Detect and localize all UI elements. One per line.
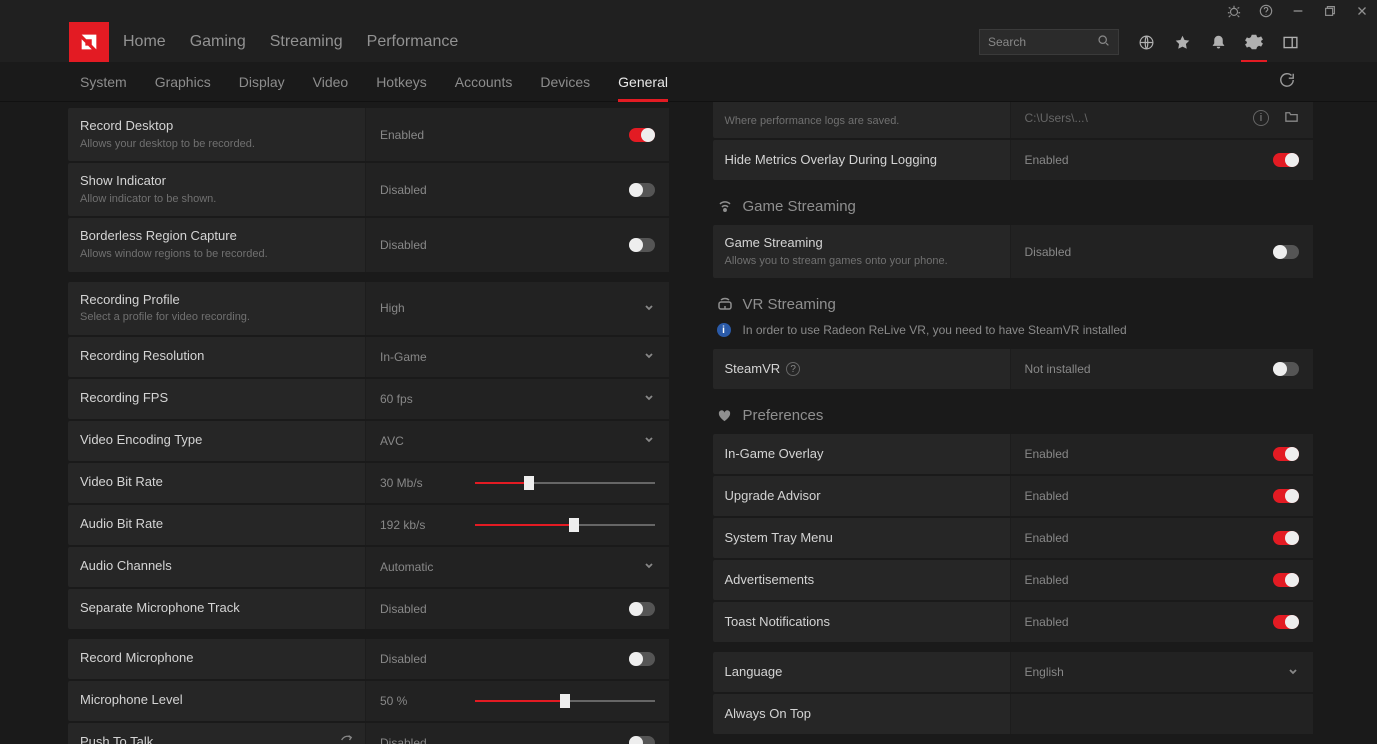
slider-video-bitrate[interactable] bbox=[475, 476, 655, 490]
chevron-down-icon bbox=[1287, 665, 1299, 680]
toggle-borderless[interactable] bbox=[629, 238, 655, 252]
heart-icon bbox=[717, 408, 733, 424]
tab-system[interactable]: System bbox=[80, 74, 127, 90]
chevron-down-icon bbox=[643, 349, 655, 364]
close-icon[interactable] bbox=[1355, 4, 1369, 18]
row-record-mic: Record Microphone Disabled bbox=[68, 639, 669, 679]
star-icon[interactable] bbox=[1173, 33, 1191, 51]
toggle-record-mic[interactable] bbox=[629, 652, 655, 666]
nav-streaming[interactable]: Streaming bbox=[270, 33, 343, 51]
toggle-tray[interactable] bbox=[1273, 531, 1299, 545]
chevron-down-icon bbox=[643, 559, 655, 574]
help-icon[interactable]: ? bbox=[786, 362, 800, 376]
folder-icon[interactable] bbox=[1284, 109, 1299, 127]
chevron-down-icon bbox=[643, 301, 655, 316]
row-perf-log-path: Where performance logs are saved. C:\Use… bbox=[713, 102, 1314, 138]
toggle-ads[interactable] bbox=[1273, 573, 1299, 587]
toggle-overlay[interactable] bbox=[1273, 447, 1299, 461]
panel-icon[interactable] bbox=[1281, 33, 1299, 51]
tab-accounts[interactable]: Accounts bbox=[455, 74, 513, 90]
tab-graphics[interactable]: Graphics bbox=[155, 74, 211, 90]
bell-icon[interactable] bbox=[1209, 33, 1227, 51]
chevron-down-icon bbox=[643, 391, 655, 406]
nav-home[interactable]: Home bbox=[123, 33, 166, 51]
slider-mic-level[interactable] bbox=[475, 694, 655, 708]
row-audio-channels[interactable]: Audio Channels Automatic bbox=[68, 547, 669, 587]
row-steamvr: SteamVR ? Not installed bbox=[713, 349, 1314, 389]
toggle-upgrade[interactable] bbox=[1273, 489, 1299, 503]
tab-general[interactable]: General bbox=[618, 74, 668, 90]
row-toast: Toast Notifications Enabled bbox=[713, 602, 1314, 642]
row-upgrade-advisor: Upgrade Advisor Enabled bbox=[713, 476, 1314, 516]
info-icon[interactable]: i bbox=[1253, 110, 1269, 126]
row-recording-resolution[interactable]: Recording Resolution In-Game bbox=[68, 337, 669, 377]
gear-icon[interactable] bbox=[1245, 33, 1263, 51]
row-system-tray: System Tray Menu Enabled bbox=[713, 518, 1314, 558]
row-mic-level: Microphone Level 50 % bbox=[68, 681, 669, 721]
toggle-separate-mic[interactable] bbox=[629, 602, 655, 616]
row-ingame-overlay: In-Game Overlay Enabled bbox=[713, 434, 1314, 474]
row-audio-bitrate: Audio Bit Rate 192 kb/s bbox=[68, 505, 669, 545]
search-input-wrap[interactable] bbox=[979, 29, 1119, 55]
toggle-record-desktop[interactable] bbox=[629, 128, 655, 142]
slider-audio-bitrate[interactable] bbox=[475, 518, 655, 532]
reset-icon[interactable] bbox=[1279, 72, 1295, 91]
toggle-ptt[interactable] bbox=[629, 736, 655, 744]
section-vr-streaming: VR Streaming bbox=[717, 296, 1314, 313]
row-video-encoding[interactable]: Video Encoding Type AVC bbox=[68, 421, 669, 461]
amd-logo[interactable] bbox=[69, 22, 109, 62]
nav-performance[interactable]: Performance bbox=[367, 33, 459, 51]
toggle-hide-metrics[interactable] bbox=[1273, 153, 1299, 167]
tab-display[interactable]: Display bbox=[239, 74, 285, 90]
row-always-on-top: Always On Top bbox=[713, 694, 1314, 734]
tab-hotkeys[interactable]: Hotkeys bbox=[376, 74, 427, 90]
tab-video[interactable]: Video bbox=[313, 74, 349, 90]
section-preferences: Preferences bbox=[717, 407, 1314, 424]
stream-icon bbox=[717, 199, 733, 215]
row-borderless-capture: Borderless Region CaptureAllows window r… bbox=[68, 218, 669, 271]
row-record-desktop: Record DesktopAllows your desktop to be … bbox=[68, 108, 669, 161]
row-show-indicator: Show IndicatorAllow indicator to be show… bbox=[68, 163, 669, 216]
row-advertisements: Advertisements Enabled bbox=[713, 560, 1314, 600]
nav-gaming[interactable]: Gaming bbox=[190, 33, 246, 51]
toggle-toast[interactable] bbox=[1273, 615, 1299, 629]
share-icon[interactable] bbox=[339, 733, 353, 744]
tab-devices[interactable]: Devices bbox=[540, 74, 590, 90]
search-input[interactable] bbox=[988, 35, 1091, 49]
chevron-down-icon bbox=[643, 433, 655, 448]
row-language[interactable]: Language English bbox=[713, 652, 1314, 692]
row-recording-profile[interactable]: Recording ProfileSelect a profile for vi… bbox=[68, 282, 669, 335]
row-push-to-talk: Push To Talk Disabled bbox=[68, 723, 669, 744]
info-icon: i bbox=[717, 323, 731, 337]
minimize-icon[interactable] bbox=[1291, 4, 1305, 18]
row-recording-fps[interactable]: Recording FPS 60 fps bbox=[68, 379, 669, 419]
toggle-steamvr[interactable] bbox=[1273, 362, 1299, 376]
search-icon bbox=[1097, 34, 1110, 50]
vr-info: i In order to use Radeon ReLive VR, you … bbox=[717, 323, 1314, 337]
vr-icon bbox=[717, 297, 733, 313]
help-icon[interactable] bbox=[1259, 4, 1273, 18]
toggle-game-streaming[interactable] bbox=[1273, 245, 1299, 259]
restore-icon[interactable] bbox=[1323, 4, 1337, 18]
toggle-show-indicator[interactable] bbox=[629, 183, 655, 197]
section-game-streaming: Game Streaming bbox=[717, 198, 1314, 215]
bug-icon[interactable] bbox=[1227, 4, 1241, 18]
label-record-desktop: Record Desktop bbox=[80, 118, 353, 135]
web-icon[interactable] bbox=[1137, 33, 1155, 51]
row-hide-metrics: Hide Metrics Overlay During Logging Enab… bbox=[713, 140, 1314, 180]
row-separate-mic: Separate Microphone Track Disabled bbox=[68, 589, 669, 629]
row-video-bitrate: Video Bit Rate 30 Mb/s bbox=[68, 463, 669, 503]
row-game-streaming: Game StreamingAllows you to stream games… bbox=[713, 225, 1314, 278]
